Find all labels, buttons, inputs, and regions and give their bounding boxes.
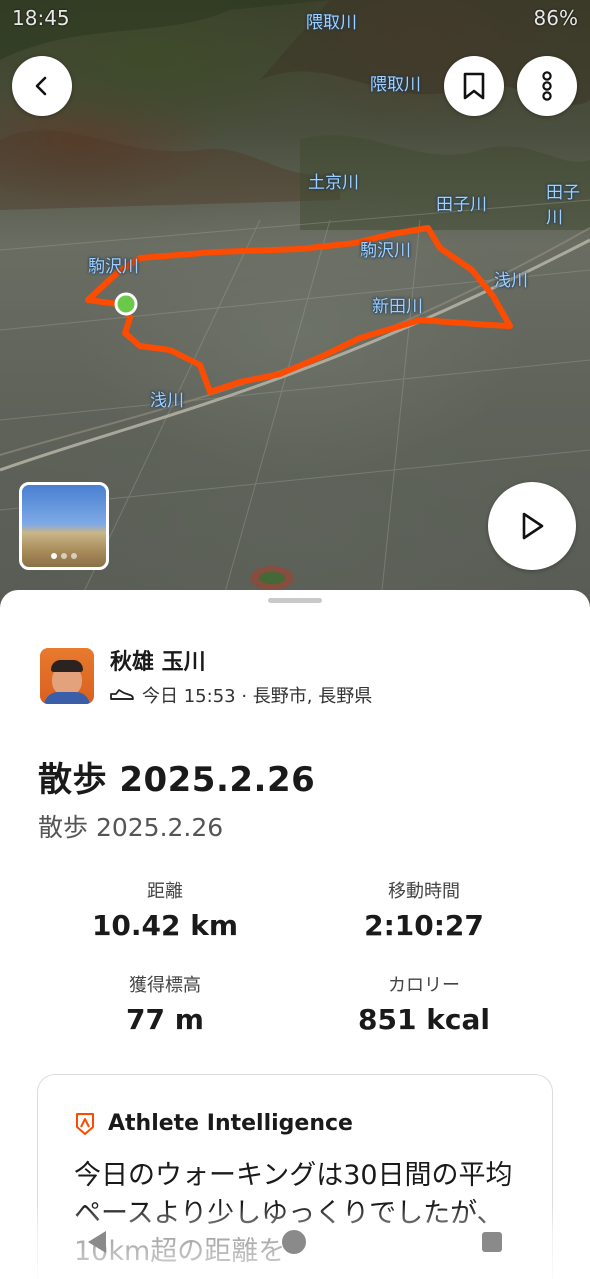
activity-meta: 今日 15:53 · 長野市, 長野県 [110,682,372,708]
avatar[interactable] [40,648,94,704]
river-label: 土京川 [308,173,359,193]
athlete-name[interactable]: 秋雄 玉川 [110,648,372,678]
more-options-button[interactable] [517,56,577,116]
stat-value: 2:10:27 [364,909,484,942]
nav-home-icon[interactable] [282,1230,306,1254]
play-flyover-button[interactable] [488,482,576,570]
activity-photo-thumbnail[interactable] [19,482,109,570]
activity-title: 散歩 2025.2.26 [38,760,316,800]
route-map[interactable]: 隈取川 隈取川 土京川 田子川 田子川 駒沢川 駒沢川 浅川 新田川 浅川 18… [0,0,590,610]
photo-pager-dots [22,553,106,559]
river-label: 隈取川 [370,75,421,95]
bookmark-button[interactable] [444,56,504,116]
stat-value: 851 kcal [358,1003,490,1036]
activity-date-location: 今日 15:53 · 長野市, 長野県 [142,686,373,707]
back-button[interactable] [12,56,72,116]
sheet-drag-handle[interactable] [268,598,322,603]
status-bar: 18:45 86% [0,0,590,36]
stat-label: カロリー [388,975,460,996]
stat-calories: カロリー 851 kcal [304,971,544,1036]
stat-elevation-gain: 獲得標高 77 m [45,971,285,1036]
play-icon [522,512,544,540]
athlete-intelligence-title: Athlete Intelligence [108,1111,353,1136]
bookmark-icon [463,72,485,100]
shoe-icon [110,689,134,700]
river-label: 新田川 [372,297,423,317]
nav-back-icon[interactable] [88,1231,106,1253]
activity-description: 散歩 2025.2.26 [38,813,224,842]
river-label: 駒沢川 [360,241,411,261]
stat-value: 77 m [126,1003,204,1036]
stat-label: 距離 [147,881,183,902]
system-nav-bar [0,1205,590,1279]
battery-level: 86% [533,6,578,30]
river-label: 駒沢川 [88,257,139,277]
athlete-header[interactable]: 秋雄 玉川 今日 15:53 · 長野市, 長野県 [40,648,372,708]
more-vertical-icon [542,71,552,101]
stat-value: 10.42 km [91,909,239,942]
river-label: 田子川 [546,183,580,228]
chevron-left-icon [35,76,47,96]
status-time: 18:45 [12,6,70,30]
start-marker [114,292,138,316]
nav-recents-icon[interactable] [482,1232,502,1252]
stat-label: 獲得標高 [129,975,201,996]
river-label: 田子川 [436,195,487,215]
stat-moving-time: 移動時間 2:10:27 [304,877,544,942]
activity-detail-sheet[interactable]: 秋雄 玉川 今日 15:53 · 長野市, 長野県 散歩 2025.2.26 散… [0,590,590,1279]
stat-label: 移動時間 [388,881,460,902]
stat-distance: 距離 10.42 km [45,877,285,942]
river-label: 浅川 [150,391,184,411]
athlete-intelligence-icon [76,1112,94,1135]
river-label: 浅川 [494,271,528,291]
